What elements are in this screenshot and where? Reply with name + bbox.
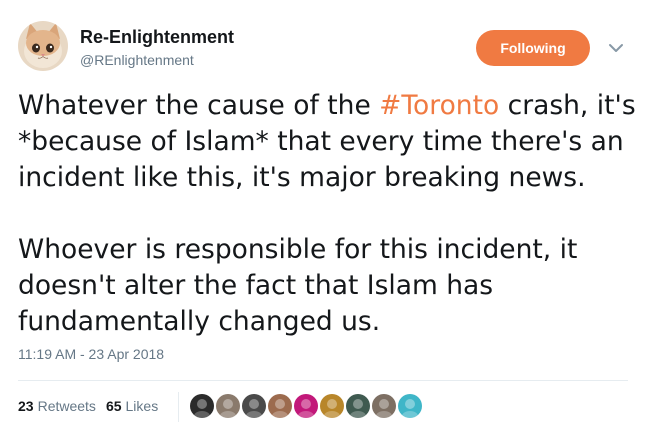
liker-avatar-9[interactable] [398,394,422,418]
retweets-count: 23 [18,398,34,414]
retweets-label: Retweets [37,398,96,414]
tweet-timestamp[interactable]: 11:19 AM - 23 Apr 2018 [18,346,164,362]
divider [18,380,628,381]
tweet-text: Whatever the cause of the #Toronto crash… [18,88,638,340]
liker-avatar-4[interactable] [268,394,292,418]
liker-avatar-8[interactable] [372,394,396,418]
liker-avatar-2[interactable] [216,394,240,418]
tweet-paragraph-1: Whatever the cause of the #Toronto crash… [18,88,638,196]
liker-avatar-1[interactable] [190,394,214,418]
liker-avatar-7[interactable] [346,394,370,418]
liker-avatar-6[interactable] [320,394,344,418]
likes-label: Likes [125,398,159,414]
tweet-card: Re-Enlightenment @REnlightenment Followi… [0,0,662,428]
tweet-stats: 23 Retweets 65 Likes [18,398,158,414]
user-avatar[interactable] [18,21,68,71]
liker-avatar-5[interactable] [294,394,318,418]
retweets-stat[interactable]: 23 Retweets [18,398,96,414]
stats-divider [178,392,179,422]
tweet-text-segment: Whatever the cause of the [18,90,380,121]
hashtag-link[interactable]: #Toronto [379,90,499,121]
tweet-paragraph-2: Whoever is responsible for this incident… [18,234,578,337]
chevron-down-icon[interactable] [604,36,628,60]
screen-name[interactable]: @REnlightenment [80,52,194,68]
likes-stat[interactable]: 65 Likes [106,398,158,414]
liker-avatars [190,394,424,418]
kitten-avatar-icon [18,21,68,71]
likes-count: 65 [105,398,122,414]
following-button[interactable]: Following [476,30,590,66]
liker-avatar-3[interactable] [242,394,266,418]
display-name[interactable]: Re-Enlightenment [80,27,234,48]
